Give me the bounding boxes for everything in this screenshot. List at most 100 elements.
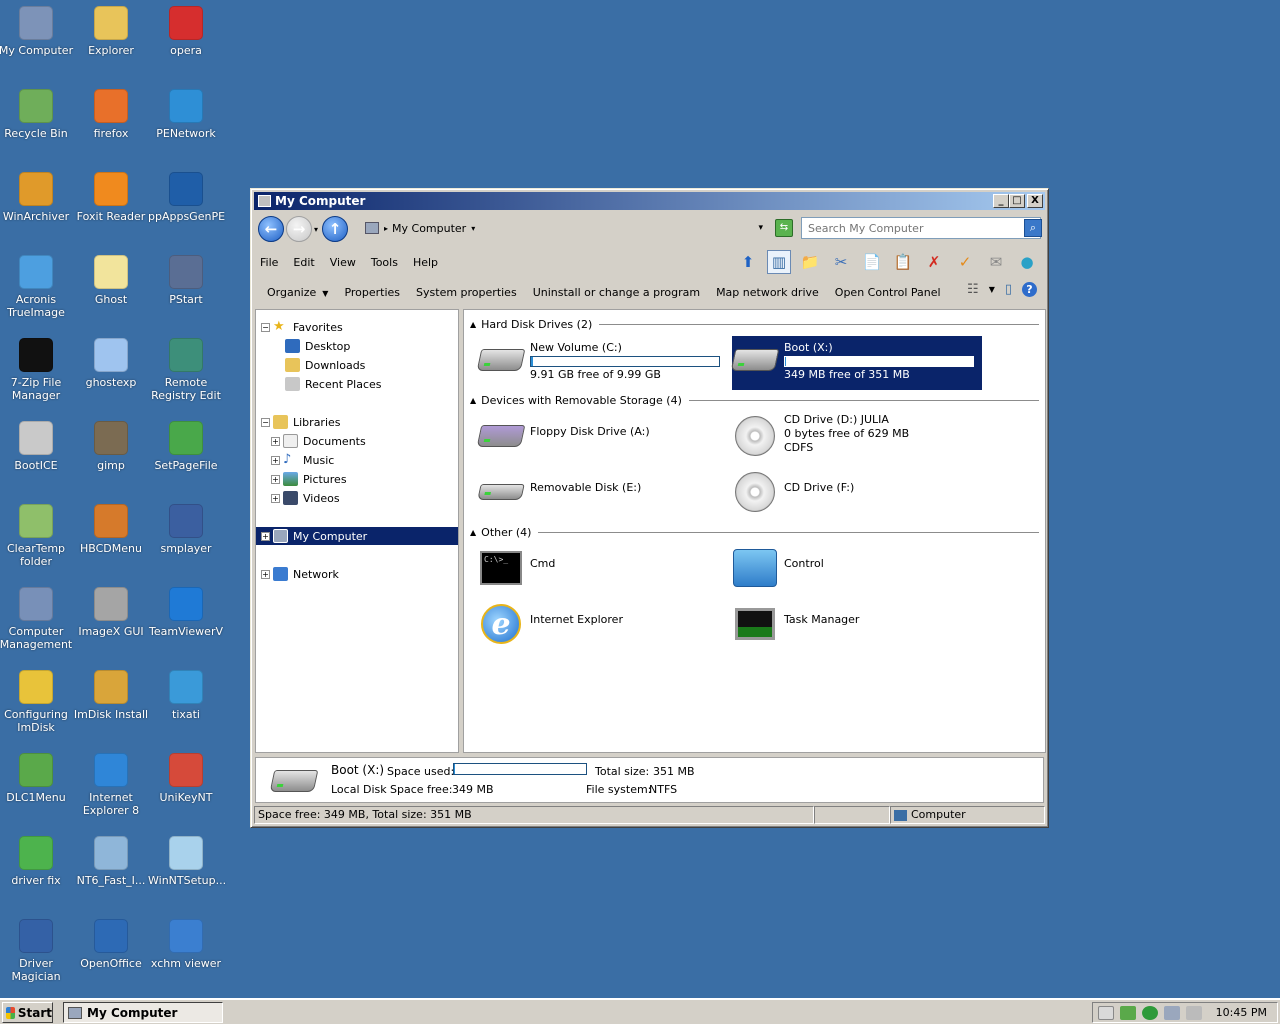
tree-music[interactable]: + ♪ Music <box>256 451 458 469</box>
desktop-icon[interactable]: Explorer <box>73 6 149 57</box>
expand-icon[interactable]: + <box>271 493 280 503</box>
folders-pane-icon[interactable]: ▥ <box>767 250 791 274</box>
cut-icon[interactable]: ✂ <box>829 250 853 274</box>
desktop-icon[interactable]: UniKeyNT <box>148 753 224 804</box>
clock[interactable]: 10:45 PM <box>1216 1006 1267 1019</box>
recent-pages-dropdown[interactable]: ▾ <box>314 225 318 234</box>
address-bar[interactable]: ▸ My Computer ▾ ▾ <box>358 217 768 239</box>
tree-my-computer[interactable]: + My Computer <box>256 527 458 545</box>
expand-icon[interactable]: + <box>271 436 280 446</box>
desktop-icon[interactable]: DLC1Menu <box>0 753 74 804</box>
properties-button[interactable]: Properties <box>344 286 400 299</box>
chevron-down-icon[interactable]: ▼ <box>989 285 995 294</box>
address-text[interactable]: My Computer <box>392 222 466 235</box>
desktop-icon[interactable]: PENetwork <box>148 89 224 140</box>
organize-button[interactable]: Organize ▼ <box>267 286 328 299</box>
desktop-icon[interactable]: Remote Registry Edit <box>148 338 224 402</box>
forward-button[interactable]: → <box>286 216 312 242</box>
drive-a[interactable]: Floppy Disk Drive (A:) <box>476 412 728 466</box>
tree-videos[interactable]: + Videos <box>256 489 458 507</box>
desktop-icon[interactable]: ImDisk Install <box>73 670 149 721</box>
address-dropdown-icon[interactable]: ▾ <box>758 223 763 233</box>
open-control-panel-button[interactable]: Open Control Panel <box>835 286 941 299</box>
desktop-icon[interactable]: Internet Explorer 8 <box>73 753 149 817</box>
paste-icon[interactable]: 📋 <box>891 250 915 274</box>
back-button[interactable]: ← <box>258 216 284 242</box>
expand-icon[interactable]: + <box>261 569 270 579</box>
desktop-icon[interactable]: My Computer <box>0 6 74 57</box>
desktop-icon[interactable]: BootICE <box>0 421 74 472</box>
close-button[interactable]: X <box>1027 194 1043 208</box>
desktop-icon[interactable]: ppAppsGenPE <box>148 172 225 223</box>
globe-icon[interactable]: ● <box>1015 250 1039 274</box>
network-status-icon[interactable] <box>1163 1005 1180 1020</box>
desktop-icon[interactable]: TeamViewerV <box>148 587 224 638</box>
desktop-icon[interactable]: ClearTemp folder <box>0 504 74 568</box>
drive-e[interactable]: Removable Disk (E:) <box>477 468 728 522</box>
desktop-icon[interactable]: Recycle Bin <box>0 89 74 140</box>
search-input[interactable] <box>801 217 1041 239</box>
desktop-icon[interactable]: gimp <box>73 421 149 472</box>
desktop-icon[interactable]: firefox <box>73 89 149 140</box>
desktop-icon[interactable]: NT6_Fast_I... <box>73 836 149 887</box>
expand-icon[interactable]: + <box>261 531 270 541</box>
desktop-icon[interactable]: Foxit Reader <box>73 172 149 223</box>
desktop-icon[interactable]: PStart <box>148 255 224 306</box>
expand-icon[interactable]: + <box>271 474 280 484</box>
desktop-icon[interactable]: HBCDMenu <box>73 504 149 555</box>
breadcrumb-separator[interactable]: ▸ <box>384 224 388 233</box>
up-button[interactable]: ↑ <box>322 216 349 242</box>
collapse-arrow-icon[interactable]: ▲ <box>470 320 476 329</box>
desktop-icon[interactable]: Computer Management <box>0 587 74 651</box>
desktop-icon[interactable]: smplayer <box>148 504 224 555</box>
tree-recent-places[interactable]: Recent Places <box>256 375 458 393</box>
tree-favorites[interactable]: − ★ Favorites <box>256 318 458 336</box>
desktop-icon[interactable]: WinNTSetup... <box>148 836 226 887</box>
desktop-icon[interactable]: driver fix <box>0 836 74 887</box>
delete-icon[interactable]: ✗ <box>922 250 946 274</box>
group-other[interactable]: ▲ Other (4) <box>470 524 1039 540</box>
tree-desktop[interactable]: Desktop <box>256 337 458 355</box>
menu-edit[interactable]: Edit <box>293 256 314 269</box>
uninstall-program-button[interactable]: Uninstall or change a program <box>533 286 700 299</box>
minimize-button[interactable]: _ <box>993 194 1009 208</box>
title-bar[interactable]: My Computer _ □ X <box>254 192 1045 210</box>
security-icon[interactable] <box>1119 1005 1136 1020</box>
view-folder-icon[interactable]: 📁 <box>798 250 822 274</box>
preview-pane-icon[interactable]: ▯ <box>1005 282 1012 297</box>
media-play-icon[interactable] <box>1141 1005 1158 1020</box>
desktop-icon[interactable]: Ghost <box>73 255 149 306</box>
desktop-icon[interactable]: 7-Zip File Manager <box>0 338 74 402</box>
tree-documents[interactable]: + Documents <box>256 432 458 450</box>
expand-icon[interactable]: + <box>271 455 280 465</box>
start-button[interactable]: Start <box>2 1002 53 1023</box>
tree-libraries[interactable]: − Libraries <box>256 413 458 431</box>
drive-c[interactable]: New Volume (C:) 9.91 GB free of 9.99 GB <box>476 336 728 390</box>
properties-check-icon[interactable]: ✓ <box>953 250 977 274</box>
copy-icon[interactable]: 📄 <box>860 250 884 274</box>
up-folder-icon[interactable]: ⬆ <box>736 250 760 274</box>
desktop-icon[interactable]: ImageX GUI <box>73 587 149 638</box>
desktop-icon[interactable]: opera <box>148 6 224 57</box>
go-button[interactable]: ⇆ <box>775 219 793 237</box>
drive-f[interactable]: CD Drive (F:) <box>732 468 982 522</box>
collapse-arrow-icon[interactable]: ▲ <box>470 396 476 405</box>
desktop-icon[interactable]: SetPageFile <box>148 421 224 472</box>
map-network-drive-button[interactable]: Map network drive <box>716 286 819 299</box>
desktop-icon[interactable]: Driver Magician <box>0 919 74 983</box>
system-properties-button[interactable]: System properties <box>416 286 517 299</box>
drive-d[interactable]: CD Drive (D:) JULIA 0 bytes free of 629 … <box>732 412 982 466</box>
collapse-icon[interactable]: − <box>261 417 270 427</box>
group-removable-storage[interactable]: ▲ Devices with Removable Storage (4) <box>470 392 1039 408</box>
desktop-icon[interactable]: Configuring ImDisk <box>0 670 74 734</box>
maximize-button[interactable]: □ <box>1009 194 1025 208</box>
tree-network[interactable]: + Network <box>256 565 458 583</box>
collapse-icon[interactable]: − <box>261 322 270 332</box>
breadcrumb-dropdown[interactable]: ▾ <box>471 224 475 233</box>
taskbar-item-my-computer[interactable]: My Computer <box>63 1002 223 1023</box>
language-icon[interactable] <box>1097 1005 1114 1020</box>
drive-x[interactable]: Boot (X:) 349 MB free of 351 MB <box>730 336 982 390</box>
search-icon[interactable]: ⌕ <box>1024 219 1042 237</box>
desktop-icon[interactable]: ghostexp <box>73 338 149 389</box>
desktop-icon[interactable]: tixati <box>148 670 224 721</box>
